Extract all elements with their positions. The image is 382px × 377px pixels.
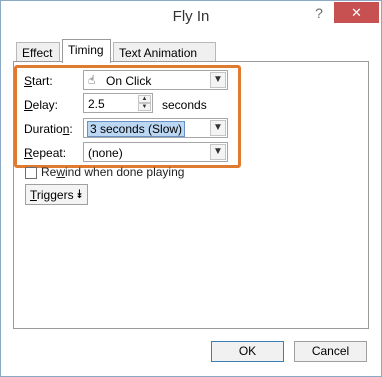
repeat-value: (none)	[88, 146, 123, 160]
help-button[interactable]: ?	[306, 3, 332, 23]
double-chevron-down-icon: ⯯	[75, 187, 83, 201]
chevron-down-icon[interactable]: ▼	[210, 72, 226, 88]
close-button[interactable]: ✕	[334, 2, 379, 23]
delay-label: Delay:	[24, 98, 59, 112]
cancel-button[interactable]: Cancel	[294, 341, 367, 362]
triggers-button[interactable]: Triggers ⯯	[25, 184, 88, 205]
chevron-down-icon[interactable]: ▼	[210, 120, 226, 136]
repeat-label: Repeat:	[24, 146, 67, 160]
chevron-down-icon[interactable]: ▼	[210, 144, 226, 160]
delay-unit: seconds	[162, 98, 207, 112]
start-label: Start:	[24, 74, 53, 88]
start-dropdown[interactable]: ☝ On Click ▼	[83, 70, 228, 90]
start-value: On Click	[106, 74, 152, 88]
ok-button[interactable]: OK	[211, 341, 284, 362]
delay-spinner[interactable]: 2.5 ▲ ▼	[83, 93, 153, 113]
repeat-dropdown[interactable]: (none) ▼	[83, 142, 228, 162]
tab-text-animation[interactable]: Text Animation	[113, 42, 216, 62]
duration-label: Duration:	[24, 122, 73, 136]
spin-down-icon[interactable]: ▼	[138, 103, 151, 111]
triggers-label: Triggers	[30, 188, 74, 202]
title-bar: Fly In ? ✕	[1, 1, 381, 35]
rewind-label[interactable]: Rewind when done playing	[41, 165, 184, 179]
rewind-checkbox[interactable]	[25, 167, 37, 179]
mouse-click-icon: ☝	[88, 73, 96, 87]
spin-up-icon[interactable]: ▲	[138, 95, 151, 103]
duration-dropdown[interactable]: 3 seconds (Slow) ▼	[83, 118, 228, 138]
tab-effect[interactable]: Effect	[16, 42, 60, 62]
delay-value: 2.5	[88, 97, 105, 111]
duration-value[interactable]: 3 seconds (Slow)	[87, 121, 186, 137]
tab-timing[interactable]: Timing	[62, 39, 111, 63]
fly-in-dialog: Fly In ? ✕ Effect Timing Text Animation …	[0, 0, 382, 377]
